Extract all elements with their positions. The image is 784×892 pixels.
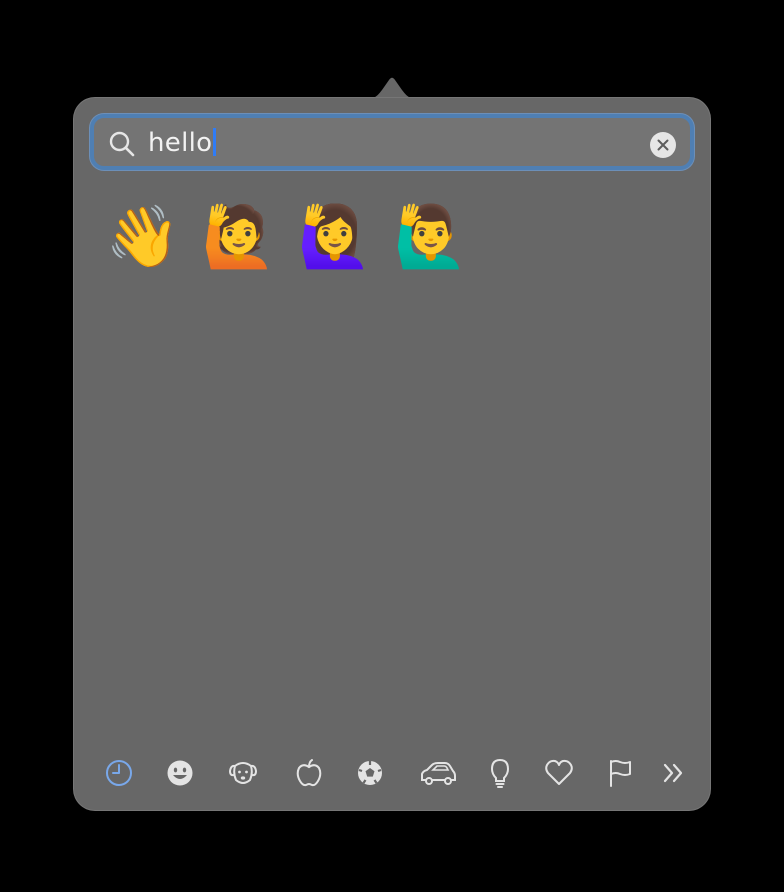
search-icon <box>109 131 135 157</box>
recent-icon[interactable] <box>103 757 135 789</box>
popover-arrow <box>362 77 422 100</box>
emoji-picker-popover: hello 👋 🙋 🙋‍♀️ 🙋‍♂️ <box>73 97 711 811</box>
objects-icon[interactable] <box>484 757 516 789</box>
animals-icon[interactable] <box>227 757 259 789</box>
symbols-icon[interactable] <box>543 757 575 789</box>
travel-icon[interactable] <box>418 757 456 789</box>
man-raising-hand-emoji[interactable]: 🙋‍♂️ <box>391 197 471 277</box>
search-input[interactable]: hello <box>148 126 217 160</box>
person-raising-hand-emoji[interactable]: 🙋 <box>199 197 279 277</box>
waving-hand-emoji[interactable]: 👋 <box>103 197 183 277</box>
smileys-icon[interactable] <box>164 757 196 789</box>
food-icon[interactable] <box>293 757 325 789</box>
category-bar <box>73 747 711 799</box>
clear-search-button[interactable] <box>650 132 676 158</box>
close-icon <box>657 139 669 151</box>
more-categories-icon[interactable] <box>659 757 691 789</box>
woman-raising-hand-emoji[interactable]: 🙋‍♀️ <box>295 197 375 277</box>
flags-icon[interactable] <box>604 757 636 789</box>
search-query: hello <box>148 128 213 158</box>
search-field[interactable]: hello <box>90 114 694 170</box>
activity-icon[interactable] <box>354 757 386 789</box>
text-caret <box>213 128 217 156</box>
